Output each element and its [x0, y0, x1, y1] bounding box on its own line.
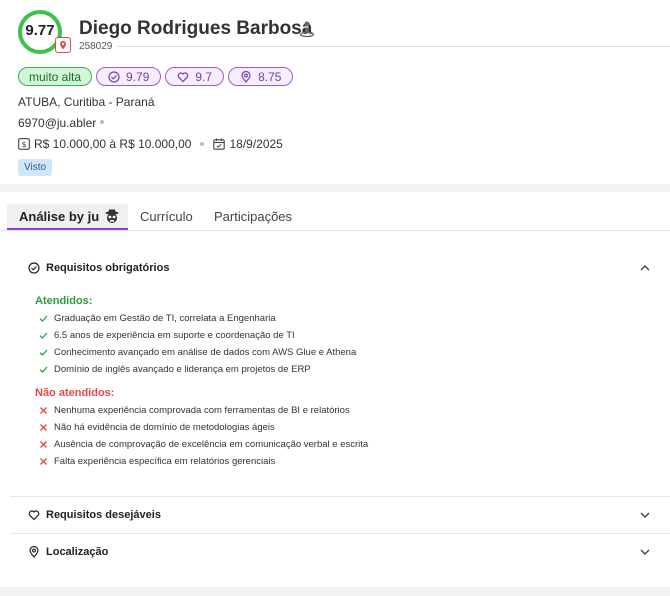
requirement-text: Nenhuma experiência comprovada com ferra… [54, 405, 350, 416]
tab-curriculo[interactable]: Currículo [140, 209, 193, 224]
candidate-id: 258029 [79, 41, 113, 52]
pin-icon [29, 546, 39, 558]
desirable-section-header[interactable]: Requisitos desejáveis [28, 509, 161, 521]
tabs-divider [0, 230, 670, 231]
desirable-section-title: Requisitos desejáveis [46, 509, 161, 521]
score-chips: muito alta 9.79 9.7 8.75 [18, 67, 294, 86]
tab-analysis[interactable]: Análise by ju [7, 204, 128, 230]
spy-avatar-icon [105, 209, 119, 223]
tab-analysis-label: Análise by ju [19, 208, 100, 224]
x-icon [40, 407, 47, 414]
unmet-title: Não atendidos: [35, 387, 115, 399]
requirement-item: Nenhuma experiência comprovada com ferra… [39, 405, 350, 416]
divider [10, 533, 670, 534]
heart-score-chip: 9.7 [165, 67, 225, 86]
pin-score-chip: 8.75 [228, 67, 294, 86]
check-icon [39, 332, 48, 339]
chevron-down-icon[interactable] [639, 510, 651, 520]
divider [10, 496, 670, 497]
check-score-chip: 9.79 [96, 67, 162, 86]
candidate-location: ATUBA, Curitiba - Paraná [18, 95, 155, 109]
requirement-text: Graduação em Gestão de TI, correlata a E… [54, 313, 276, 324]
requirement-item: 6.5 anos de experiência em suporte e coo… [39, 330, 295, 341]
salary-date-row: $ R$ 10.000,00 à R$ 10.000,00 18/9/2025 [18, 137, 283, 151]
salary-range: R$ 10.000,00 à R$ 10.000,00 [34, 137, 192, 151]
check-icon [39, 349, 48, 356]
level-chip: muito alta [18, 67, 93, 86]
pin-icon [241, 70, 251, 83]
separator-dot [100, 120, 104, 124]
requirement-item: Conhecimento avançado em análise de dado… [39, 347, 356, 358]
heart-icon [28, 510, 40, 521]
requirement-item: Não há evidência de domínio de metodolog… [39, 422, 275, 433]
x-icon [40, 424, 47, 431]
heart-score-value: 9.7 [195, 69, 213, 84]
check-icon [39, 366, 48, 373]
tab-participacoes[interactable]: Participações [214, 209, 292, 224]
requirement-text: Não há evidência de domínio de metodolog… [54, 422, 275, 433]
calendar-icon [213, 138, 226, 150]
application-date: 18/9/2025 [229, 137, 283, 151]
required-section-title: Requisitos obrigatórios [46, 262, 170, 274]
candidate-page: 9.77 Diego Rodrigues Barbosa 258029 muit… [0, 0, 670, 596]
requirement-text: Falta experiência específica em relatóri… [54, 456, 276, 467]
requirement-text: Ausência de comprovação de excelência em… [54, 439, 369, 450]
location-section-title: Localização [46, 546, 109, 558]
requirement-text: Domínio de inglês avançado e liderança e… [54, 364, 311, 375]
check-score-value: 9.79 [126, 69, 150, 84]
check-circle-icon [108, 70, 120, 83]
requirement-item: Domínio de inglês avançado e liderança e… [39, 364, 311, 375]
x-icon [40, 458, 47, 465]
separator-dot [200, 142, 205, 146]
heart-icon [178, 71, 189, 82]
divider [117, 46, 670, 47]
candidate-header: 9.77 Diego Rodrigues Barbosa 258029 muit… [0, 0, 670, 184]
candidate-email[interactable]: 6970@ju.abler [18, 116, 96, 130]
requirement-item: Falta experiência específica em relatóri… [39, 456, 275, 467]
candidate-name: Diego Rodrigues Barbosa [79, 18, 313, 39]
check-circle-icon [28, 262, 40, 274]
check-icon [39, 315, 48, 322]
pin-score-value: 8.75 [258, 69, 282, 84]
requirement-text: 6.5 anos de experiência em suporte e coo… [54, 330, 295, 341]
chevron-up-icon[interactable] [639, 263, 651, 273]
chevron-down-icon[interactable] [639, 547, 651, 557]
dollar-icon: $ [18, 138, 30, 150]
requirement-item: Graduação em Gestão de TI, correlata a E… [39, 313, 276, 324]
svg-text:$: $ [21, 140, 26, 149]
analysis-card: Análise by ju Currículo Participações Re… [0, 192, 670, 587]
pin-badge-icon [55, 37, 71, 53]
required-section-header[interactable]: Requisitos obrigatórios [28, 262, 169, 274]
person-icon[interactable] [298, 20, 316, 43]
requirement-item: Ausência de comprovação de excelência em… [39, 439, 368, 450]
status-badge: Visto [18, 159, 53, 176]
met-title: Atendidos: [35, 295, 93, 307]
requirement-text: Conhecimento avançado em análise de dado… [54, 347, 357, 358]
location-section-header[interactable]: Localização [28, 546, 108, 558]
x-icon [40, 441, 47, 448]
